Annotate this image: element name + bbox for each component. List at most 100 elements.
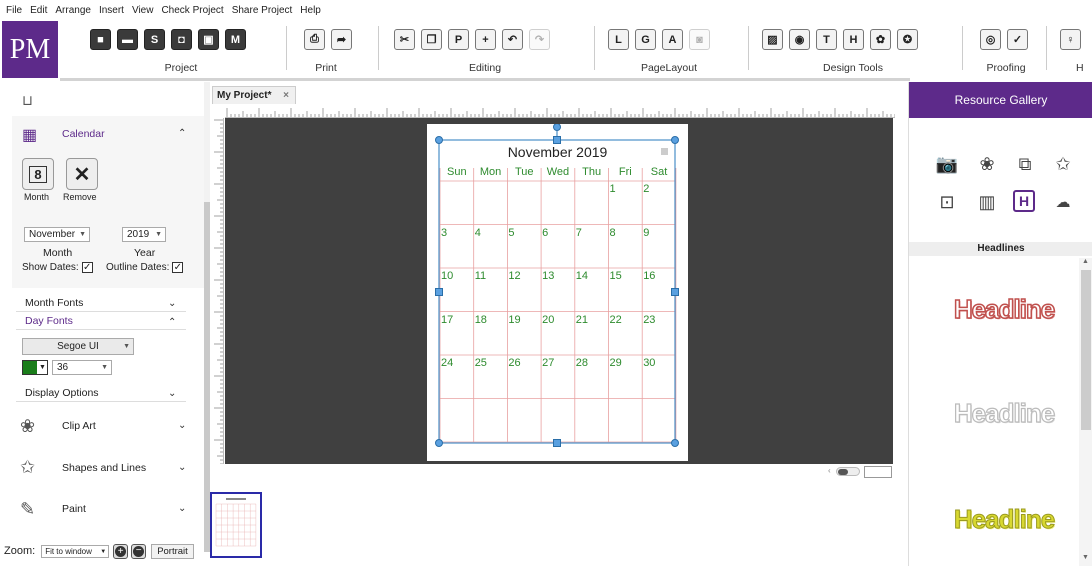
camera-icon[interactable]: ◉ — [789, 29, 810, 50]
zoom-select[interactable]: Fit to window ▼ — [41, 544, 110, 558]
export-pdf-icon[interactable]: ▣ — [198, 29, 219, 50]
headline-style-white[interactable]: Headline — [929, 397, 1079, 429]
cloud-icon[interactable]: ☁ — [1051, 190, 1075, 214]
orientation-button[interactable]: Portrait — [151, 543, 194, 559]
text-layout-icon[interactable]: A — [662, 29, 683, 50]
calendar-header[interactable]: Calendar — [62, 128, 105, 140]
share-arrow-icon[interactable]: ➦ — [331, 29, 352, 50]
month-fonts-header[interactable]: Month Fonts ⌄ — [16, 295, 186, 312]
preview-icon[interactable]: ◎ — [980, 29, 1001, 50]
guides-icon[interactable]: G — [635, 29, 656, 50]
day-cell[interactable]: 3 — [441, 227, 447, 239]
shapes-icon[interactable]: ⧉ — [1013, 152, 1037, 176]
copy-icon[interactable]: ❐ — [421, 29, 442, 50]
scrollbar-thumb[interactable] — [1081, 270, 1091, 430]
day-cell[interactable]: 27 — [542, 357, 554, 369]
menu-edit[interactable]: Edit — [30, 5, 47, 16]
scroll-down-icon[interactable]: ▼ — [1082, 554, 1089, 561]
day-cell[interactable]: 16 — [643, 270, 655, 282]
paste-special-icon[interactable]: + — [475, 29, 496, 50]
lotus-icon[interactable]: ❀ — [975, 152, 999, 176]
chevron-down-icon[interactable]: ⌄ — [178, 420, 186, 431]
day-cell[interactable]: 13 — [542, 270, 554, 282]
day-cell[interactable]: 14 — [576, 270, 588, 282]
headline-icon[interactable]: H — [843, 29, 864, 50]
day-cell[interactable]: 24 — [441, 357, 453, 369]
save-icon[interactable]: S — [144, 29, 165, 50]
layout-icon[interactable]: ⊡ — [935, 190, 959, 214]
day-cell[interactable]: 10 — [441, 270, 453, 282]
chevron-down-icon[interactable]: ⌄ — [178, 503, 186, 514]
paste-icon[interactable]: P — [448, 29, 469, 50]
day-cell[interactable]: 22 — [610, 314, 622, 326]
undo-icon[interactable]: ↶ — [502, 29, 523, 50]
columns-icon[interactable]: ▥ — [975, 190, 999, 214]
menu-view[interactable]: View — [132, 5, 154, 16]
headline-style-yellow[interactable]: Headline — [929, 504, 1079, 535]
menu-check-project[interactable]: Check Project — [161, 5, 223, 16]
zoom-in-button[interactable]: + — [113, 543, 129, 559]
page-setup-icon[interactable]: L — [608, 29, 629, 50]
remove-button[interactable]: ✕ — [66, 158, 98, 190]
scroll-left-icon[interactable]: ‹ — [828, 466, 831, 475]
day-cell[interactable]: 25 — [475, 357, 487, 369]
day-cell[interactable]: 12 — [508, 270, 520, 282]
month-select[interactable]: November ▼ — [24, 227, 90, 242]
day-cell[interactable]: 1 — [610, 183, 616, 195]
menu-arrange[interactable]: Arrange — [55, 5, 91, 16]
clip-art-icon[interactable]: ✿ — [870, 29, 891, 50]
font-color-picker[interactable]: ▼ — [22, 360, 48, 375]
new-project-icon[interactable]: ■ — [90, 29, 111, 50]
day-cell[interactable]: 2 — [643, 183, 649, 195]
gallery-scrollbar[interactable]: ▲ ▼ — [1079, 258, 1092, 566]
day-cell[interactable]: 21 — [576, 314, 588, 326]
outline-dates-checkbox[interactable]: ✓ — [172, 262, 184, 273]
open-folder-icon[interactable]: ▬ — [117, 29, 138, 50]
day-cell[interactable]: 4 — [475, 227, 481, 239]
font-family-select[interactable]: Segoe UI ▼ — [22, 338, 134, 355]
day-cell[interactable]: 17 — [441, 314, 453, 326]
chevron-up-icon[interactable]: ⌃ — [178, 128, 186, 139]
display-options-header[interactable]: Display Options ⌄ — [16, 385, 186, 402]
menu-share-project[interactable]: Share Project — [232, 5, 293, 16]
day-cell[interactable]: 29 — [610, 357, 622, 369]
day-cell[interactable]: 6 — [542, 227, 548, 239]
lightbulb-icon[interactable]: ♀ — [1060, 29, 1081, 50]
menu-insert[interactable]: Insert — [99, 5, 124, 16]
spellcheck-icon[interactable]: ✓ — [1007, 29, 1028, 50]
day-cell[interactable]: 30 — [643, 357, 655, 369]
day-cell[interactable]: 7 — [576, 227, 582, 239]
day-cell[interactable]: 23 — [643, 314, 655, 326]
cut-icon[interactable]: ✂ — [394, 29, 415, 50]
day-fonts-header[interactable]: Day Fonts ⌃ — [16, 313, 186, 330]
template-icon[interactable]: M — [225, 29, 246, 50]
menu-help[interactable]: Help — [300, 5, 321, 16]
headline-style-red[interactable]: Headline — [929, 293, 1079, 325]
day-cell[interactable]: 9 — [643, 227, 649, 239]
day-cell[interactable]: 19 — [508, 314, 520, 326]
day-cell[interactable]: 28 — [576, 357, 588, 369]
text-tool-icon[interactable]: T — [816, 29, 837, 50]
font-size-select[interactable]: 36 ▼ — [52, 360, 112, 375]
printer-icon[interactable]: ⎙ — [304, 29, 325, 50]
headline-icon[interactable]: H — [1013, 190, 1035, 212]
day-cell[interactable]: 8 — [610, 227, 616, 239]
clip-art-header[interactable]: Clip Art — [62, 420, 96, 432]
camera-icon[interactable]: 📷 — [935, 152, 959, 176]
zoom-slider[interactable] — [836, 467, 860, 476]
page-thumbnail[interactable] — [210, 492, 262, 558]
shapes-icon[interactable]: ✪ — [897, 29, 918, 50]
zoom-slider-knob[interactable] — [838, 469, 848, 475]
save-as-icon[interactable]: ◘ — [171, 29, 192, 50]
shapes-lines-header[interactable]: Shapes and Lines — [62, 462, 146, 474]
month-button[interactable]: 8 — [22, 158, 54, 190]
star-outline-icon[interactable]: ✩ — [1051, 152, 1075, 176]
image-icon[interactable]: ▨ — [762, 29, 783, 50]
chevron-down-icon[interactable]: ⌄ — [178, 462, 186, 473]
day-cell[interactable]: 20 — [542, 314, 554, 326]
day-cell[interactable]: 15 — [610, 270, 622, 282]
day-cell[interactable]: 5 — [508, 227, 514, 239]
scroll-up-icon[interactable]: ▲ — [1082, 258, 1089, 265]
day-cell[interactable]: 26 — [508, 357, 520, 369]
show-dates-checkbox[interactable]: ✓ — [81, 262, 93, 273]
